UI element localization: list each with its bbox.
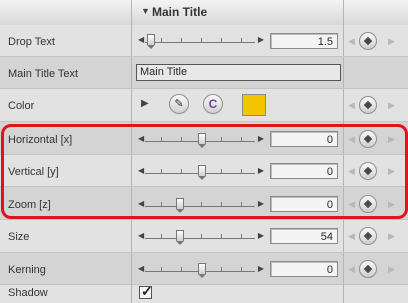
color-row: Color ▶ ✎ C ◀ ▶ bbox=[0, 89, 408, 122]
column-divider bbox=[343, 0, 344, 25]
horizontal-value-field[interactable]: 0 bbox=[270, 131, 338, 147]
add-keyframe-icon[interactable] bbox=[359, 260, 377, 278]
vertical-slider[interactable]: ◀ ▶ bbox=[138, 164, 264, 180]
next-keyframe-icon[interactable]: ▶ bbox=[388, 36, 395, 47]
previous-keyframe-icon[interactable]: ◀ bbox=[348, 199, 355, 210]
keyframe-button[interactable]: ◀ ▶ bbox=[348, 260, 398, 278]
eyedropper-icon[interactable]: ✎ bbox=[169, 94, 189, 114]
kerning-slider[interactable]: ◀ ▶ bbox=[138, 262, 264, 278]
arrow-right-icon[interactable]: ▶ bbox=[258, 231, 264, 240]
triangle-down-icon[interactable]: ▼ bbox=[141, 6, 150, 16]
previous-keyframe-icon[interactable]: ◀ bbox=[348, 264, 355, 275]
size-slider[interactable]: ◀ ▶ bbox=[138, 229, 264, 245]
drop-text-value-field[interactable]: 1.5 bbox=[270, 33, 338, 49]
section-title: Main Title bbox=[152, 5, 208, 19]
column-divider bbox=[131, 0, 132, 25]
zoom-slider[interactable]: ◀ ▶ bbox=[138, 197, 264, 213]
color-picker-icon[interactable]: C bbox=[203, 94, 223, 114]
arrow-right-icon[interactable]: ▶ bbox=[258, 264, 264, 273]
kerning-label: Kerning bbox=[8, 264, 46, 276]
keyframe-button[interactable]: ◀ ▶ bbox=[348, 162, 398, 180]
previous-keyframe-icon[interactable]: ◀ bbox=[348, 36, 355, 47]
slider-thumb[interactable] bbox=[147, 34, 155, 49]
horizontal-label: Horizontal [x] bbox=[8, 134, 73, 146]
vertical-label: Vertical [y] bbox=[8, 166, 59, 178]
slider-thumb[interactable] bbox=[176, 198, 184, 213]
arrow-right-icon[interactable]: ▶ bbox=[258, 35, 264, 44]
next-keyframe-icon[interactable]: ▶ bbox=[388, 100, 395, 111]
next-keyframe-icon[interactable]: ▶ bbox=[388, 264, 395, 275]
next-keyframe-icon[interactable]: ▶ bbox=[388, 199, 395, 210]
arrow-left-icon[interactable]: ◀ bbox=[138, 166, 144, 175]
previous-keyframe-icon[interactable]: ◀ bbox=[348, 166, 355, 177]
keyframe-button[interactable]: ◀ ▶ bbox=[348, 227, 398, 245]
add-keyframe-icon[interactable] bbox=[359, 162, 377, 180]
add-keyframe-icon[interactable] bbox=[359, 130, 377, 148]
color-label: Color bbox=[8, 100, 35, 112]
keyframe-button[interactable]: ◀ ▶ bbox=[348, 130, 398, 148]
shadow-row: Shadow bbox=[0, 285, 408, 303]
disclosure-triangle-icon[interactable]: ▶ bbox=[141, 98, 149, 109]
arrow-left-icon[interactable]: ◀ bbox=[138, 231, 144, 240]
drop-text-row: Drop Text ◀ ▶ 1.5 ◀ ▶ bbox=[0, 25, 408, 57]
vertical-row: Vertical [y] ◀ ▶ 0 ◀ ▶ bbox=[0, 155, 408, 187]
main-title-text-field[interactable]: Main Title bbox=[136, 64, 341, 81]
zoom-row: Zoom [z] ◀ ▶ 0 ◀ ▶ bbox=[0, 187, 408, 220]
add-keyframe-icon[interactable] bbox=[359, 32, 377, 50]
size-row: Size ◀ ▶ 54 ◀ ▶ bbox=[0, 220, 408, 253]
main-title-text-label: Main Title Text bbox=[8, 68, 79, 80]
arrow-left-icon[interactable]: ◀ bbox=[138, 264, 144, 273]
previous-keyframe-icon[interactable]: ◀ bbox=[348, 100, 355, 111]
vertical-value-field[interactable]: 0 bbox=[270, 163, 338, 179]
next-keyframe-icon[interactable]: ▶ bbox=[388, 134, 395, 145]
drop-text-label: Drop Text bbox=[8, 36, 55, 48]
zoom-label: Zoom [z] bbox=[8, 199, 51, 211]
arrow-right-icon[interactable]: ▶ bbox=[258, 134, 264, 143]
horizontal-slider[interactable]: ◀ ▶ bbox=[138, 132, 264, 148]
slider-thumb[interactable] bbox=[198, 165, 206, 180]
keyframe-button[interactable]: ◀ ▶ bbox=[348, 32, 398, 50]
arrow-right-icon[interactable]: ▶ bbox=[258, 166, 264, 175]
next-keyframe-icon[interactable]: ▶ bbox=[388, 166, 395, 177]
zoom-value-field[interactable]: 0 bbox=[270, 196, 338, 212]
arrow-left-icon[interactable]: ◀ bbox=[138, 199, 144, 208]
add-keyframe-icon[interactable] bbox=[359, 227, 377, 245]
horizontal-row: Horizontal [x] ◀ ▶ 0 ◀ ▶ bbox=[0, 122, 408, 155]
add-keyframe-icon[interactable] bbox=[359, 96, 377, 114]
slider-thumb[interactable] bbox=[198, 263, 206, 278]
keyframe-button[interactable]: ◀ ▶ bbox=[348, 96, 398, 114]
slider-thumb[interactable] bbox=[176, 230, 184, 245]
header-bar: ▼ Main Title bbox=[0, 0, 408, 26]
shadow-checkbox[interactable]: ✓ bbox=[139, 283, 153, 299]
kerning-value-field[interactable]: 0 bbox=[270, 261, 338, 277]
kerning-row: Kerning ◀ ▶ 0 ◀ ▶ bbox=[0, 253, 408, 285]
color-swatch[interactable] bbox=[242, 94, 266, 116]
previous-keyframe-icon[interactable]: ◀ bbox=[348, 134, 355, 145]
shadow-label: Shadow bbox=[8, 287, 48, 299]
parameters-panel: ▼ Main Title Drop Text ◀ ▶ 1.5 ◀ ▶ Main … bbox=[0, 0, 408, 303]
arrow-right-icon[interactable]: ▶ bbox=[258, 199, 264, 208]
drop-text-slider[interactable]: ◀ ▶ bbox=[138, 33, 264, 49]
keyframe-button[interactable]: ◀ ▶ bbox=[348, 195, 398, 213]
checkmark-icon: ✓ bbox=[141, 283, 153, 299]
size-value-field[interactable]: 54 bbox=[270, 228, 338, 244]
previous-keyframe-icon[interactable]: ◀ bbox=[348, 231, 355, 242]
next-keyframe-icon[interactable]: ▶ bbox=[388, 231, 395, 242]
arrow-left-icon[interactable]: ◀ bbox=[138, 35, 144, 44]
slider-thumb[interactable] bbox=[198, 133, 206, 148]
size-label: Size bbox=[8, 231, 30, 243]
add-keyframe-icon[interactable] bbox=[359, 195, 377, 213]
arrow-left-icon[interactable]: ◀ bbox=[138, 134, 144, 143]
